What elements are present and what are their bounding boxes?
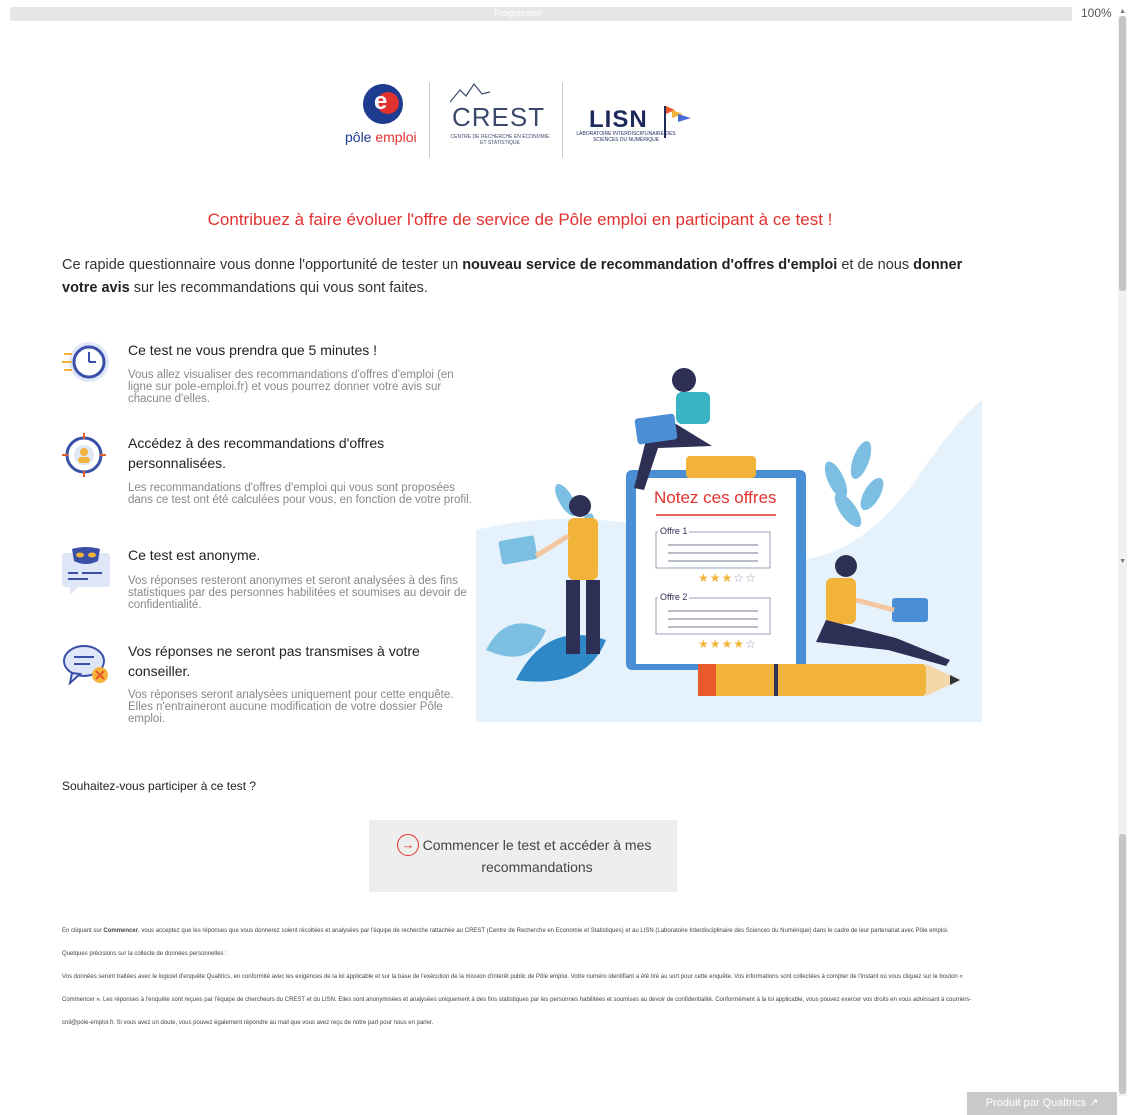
scrollbar-thumb-lower[interactable] (1119, 834, 1126, 1094)
legal-consent: En cliquant sur Commencer, vous acceptez… (62, 928, 949, 934)
feature-duration: Ce test ne vous prendra que 5 minutes ! … (62, 340, 482, 420)
rating-illustration: Notez ces offres Offre 1 Offre 2 ★★★☆☆ ★… (476, 360, 982, 722)
qualtrics-link[interactable]: Produit par Qualtrics ↗ (967, 1092, 1117, 1115)
partner-logos: e pôle emploi CREST CENTRE DE RECHERCHE … (345, 82, 705, 162)
logo-divider (429, 82, 430, 158)
feature-title: Vos réponses ne seront pas transmises à … (128, 643, 420, 679)
mask-icon (62, 547, 110, 595)
feature-title: Ce test ne vous prendra que 5 minutes ! (128, 342, 378, 358)
feature-description: Vos réponses resteront anonymes et seron… (128, 575, 467, 611)
star-filled-icon: ★ (698, 571, 710, 585)
scroll-down-icon[interactable]: ▼ (1119, 558, 1126, 565)
scrollbar[interactable] (1118, 16, 1127, 1096)
star-filled-icon: ★ (721, 571, 734, 585)
star-empty-icon: ☆ (745, 571, 757, 585)
chat-blocked-icon (63, 645, 108, 686)
start-test-button[interactable]: → Commencer le test et accéder à mes rec… (369, 820, 677, 892)
scrollbar-thumb[interactable] (1119, 16, 1126, 291)
legal-notice: En cliquant sur Commencer, vous acceptez… (62, 920, 992, 1035)
feature-anonymous: Ce test est anonyme. Vos réponses rester… (62, 545, 482, 625)
board-title: Notez ces offres (654, 488, 777, 507)
feature-title: Ce test est anonyme. (128, 547, 261, 563)
star-filled-icon: ★ (709, 637, 722, 651)
feature-description: Vos réponses seront analysées uniquement… (128, 689, 454, 725)
offer-2-rating: ★★★★☆ (698, 637, 757, 651)
star-filled-icon: ★ (721, 637, 734, 651)
star-empty-icon: ☆ (745, 637, 757, 651)
arrow-right-circle-icon: → (397, 834, 419, 856)
feature-not-shared: Vos réponses ne seront pas transmises à … (62, 641, 482, 731)
progress-percent: 100% (1081, 6, 1112, 20)
participation-question: Souhaitez-vous participer à ce test ? (62, 779, 257, 793)
legal-data-details: Vos données seront traitées avec le logi… (62, 974, 972, 1026)
crest-logo: CREST CENTRE DE RECHERCHE EN ÉCONOMIE ET… (440, 82, 560, 158)
target-profile-icon (62, 433, 106, 477)
star-empty-icon: ☆ (733, 571, 746, 585)
intro-paragraph: Ce rapide questionnaire vous donne l'opp… (62, 257, 963, 296)
offer-label: Offre 1 (658, 526, 690, 536)
feature-title: Accédez à des recommandations d'offres p… (128, 435, 385, 471)
pole-emploi-logo: e pôle emploi (345, 82, 425, 157)
lisn-logo: LISN LABORATOIRE INTERDISCIPLINAIRE DES … (567, 82, 707, 158)
page-headline: Contribuez à faire évoluer l'offre de se… (207, 210, 833, 229)
scroll-up-icon[interactable]: ▲ (1119, 8, 1126, 15)
start-button-label: Commencer le test et accéder à mes recom… (422, 837, 652, 875)
star-filled-icon: ★ (698, 637, 710, 651)
feature-description: Les recommandations d'offres d'emploi qu… (128, 482, 472, 506)
logo-divider (562, 82, 563, 158)
feature-description: Vous allez visualiser des recommandation… (128, 369, 454, 405)
feature-personalized: Accédez à des recommandations d'offres p… (62, 433, 482, 523)
offer-1-rating: ★★★☆☆ (698, 571, 757, 585)
star-filled-icon: ★ (709, 571, 722, 585)
star-filled-icon: ★ (733, 637, 746, 651)
progress-label: Progression (494, 8, 543, 18)
offer-label: Offre 2 (658, 592, 690, 602)
legal-data-heading: Quelques précisions sur la collecte de d… (62, 951, 227, 957)
clock-icon (62, 342, 109, 382)
mountain-icon (450, 82, 490, 103)
